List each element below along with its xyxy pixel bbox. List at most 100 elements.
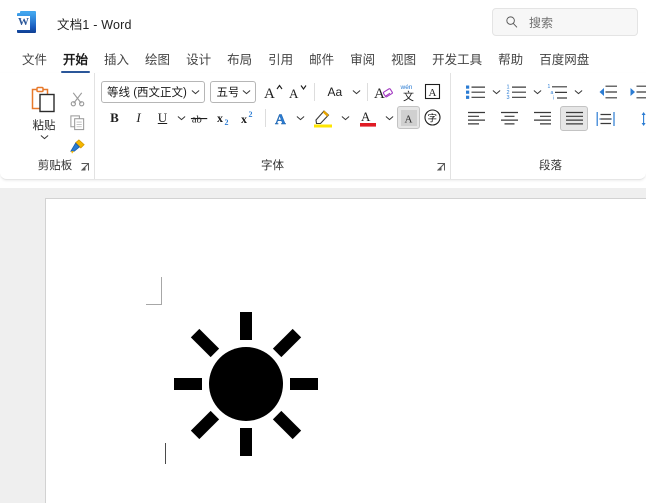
tab-layout[interactable]: 布局: [219, 53, 260, 73]
font-dialog-launcher[interactable]: [436, 162, 447, 173]
svg-text:字: 字: [428, 113, 438, 125]
superscript-button[interactable]: x 2: [237, 106, 260, 129]
tab-home[interactable]: 开始: [55, 53, 96, 73]
text-effects-chevron[interactable]: [295, 106, 307, 129]
font-color-icon: A: [359, 109, 376, 127]
clear-formatting-icon: A: [374, 86, 393, 102]
ribbon-tabstrip: 文件 开始 插入 绘图 设计 布局 引用 邮件 审阅 视图 开发工具 帮助 百度…: [0, 46, 646, 73]
character-shading-button[interactable]: A: [397, 106, 421, 129]
ribbon-group-paragraph: 1 2 3 1 a i 段落: [450, 73, 646, 179]
strikethrough-button[interactable]: ab: [188, 106, 211, 129]
tab-developer[interactable]: 开发工具: [424, 53, 490, 73]
text-highlight-icon: [314, 110, 333, 128]
tab-insert[interactable]: 插入: [96, 53, 137, 73]
phonetic-guide-icon: wén 文: [400, 84, 415, 102]
text-highlight-button[interactable]: [308, 106, 338, 129]
numbered-list-button[interactable]: 1 2 3: [502, 80, 532, 103]
svg-text:x: x: [241, 112, 247, 126]
svg-text:x: x: [217, 111, 223, 125]
italic-label: I: [136, 109, 141, 125]
cut-button[interactable]: [66, 88, 88, 109]
decrease-indent-button[interactable]: [593, 80, 623, 103]
font-color-chevron[interactable]: [384, 106, 396, 129]
shrink-font-icon: A: [289, 84, 307, 101]
copy-button[interactable]: [66, 112, 88, 133]
enclose-character-button[interactable]: 字: [421, 106, 444, 129]
font-name-combobox[interactable]: 等线 (西文正文): [101, 80, 205, 103]
format-painter-button[interactable]: [66, 136, 88, 157]
ribbon-group-font: 等线 (西文正文) 五号 A A Aa A wén 文 A B I U ab x…: [94, 73, 450, 179]
text-cursor: [165, 443, 167, 464]
subscript-button[interactable]: x 2: [213, 106, 236, 129]
chevron-down-icon: [177, 115, 186, 120]
chevron-down-icon: [385, 115, 394, 120]
align-center-button[interactable]: [494, 107, 524, 130]
character-border-button[interactable]: A: [421, 80, 444, 103]
bullet-list-button[interactable]: [461, 80, 491, 103]
svg-text:i: i: [553, 95, 554, 101]
document-page[interactable]: [45, 198, 646, 503]
change-case-chevron[interactable]: [351, 80, 362, 103]
align-left-button[interactable]: [461, 107, 491, 130]
change-case-button[interactable]: Aa: [320, 80, 350, 103]
character-border-icon: A: [424, 83, 441, 100]
character-shading-icon: A: [400, 109, 417, 126]
align-right-button[interactable]: [527, 107, 557, 130]
shrink-font-button[interactable]: A: [286, 80, 309, 103]
document-sun-symbol: [171, 309, 321, 459]
text-highlight-chevron[interactable]: [339, 106, 351, 129]
justify-button[interactable]: [560, 106, 588, 131]
tab-view[interactable]: 视图: [383, 53, 424, 73]
chevron-down-icon: [492, 89, 501, 94]
align-left-icon: [467, 111, 485, 125]
search-box[interactable]: 搜索: [492, 8, 638, 36]
text-effects-button[interactable]: A: [271, 106, 294, 129]
tab-draw[interactable]: 绘图: [137, 53, 178, 73]
decrease-indent-icon: [599, 85, 617, 98]
change-case-label: Aa: [327, 84, 343, 99]
multilevel-list-chevron[interactable]: [574, 80, 583, 103]
svg-text:文: 文: [403, 89, 414, 102]
tab-help[interactable]: 帮助: [490, 53, 531, 73]
chevron-down-icon: [352, 89, 361, 94]
bold-button[interactable]: B: [103, 106, 126, 129]
text-effects-icon: A: [275, 111, 286, 127]
underline-chevron[interactable]: [175, 106, 187, 129]
tab-review[interactable]: 审阅: [342, 53, 383, 73]
numbered-list-icon: 1 2 3: [507, 84, 526, 101]
numbered-list-chevron[interactable]: [533, 80, 542, 103]
svg-text:A: A: [361, 109, 371, 124]
distributed-align-button[interactable]: [591, 107, 621, 130]
word-icon: W: [17, 11, 39, 35]
svg-text:A: A: [264, 86, 275, 102]
grow-font-button[interactable]: A: [262, 80, 285, 103]
document-canvas: [0, 188, 646, 503]
align-right-icon: [533, 111, 551, 125]
clipboard-dialog-launcher[interactable]: [80, 162, 91, 173]
tab-design[interactable]: 设计: [178, 53, 219, 73]
svg-text:wén: wén: [400, 84, 413, 91]
font-size-combobox[interactable]: 五号: [210, 80, 257, 103]
phonetic-guide-button[interactable]: wén 文: [397, 80, 420, 103]
tab-references[interactable]: 引用: [260, 53, 301, 73]
tab-baidu-netdisk[interactable]: 百度网盘: [531, 53, 597, 73]
tab-mailings[interactable]: 邮件: [301, 53, 342, 73]
svg-text:A: A: [404, 113, 412, 125]
paste-button[interactable]: 粘贴: [22, 84, 66, 157]
paste-label: 粘贴: [32, 120, 56, 132]
increase-indent-button[interactable]: [624, 80, 646, 103]
bullet-list-chevron[interactable]: [492, 80, 501, 103]
multilevel-list-button[interactable]: 1 a i: [543, 80, 573, 103]
search-placeholder: 搜索: [529, 15, 554, 30]
line-spacing-icon: [641, 111, 646, 126]
margin-corner-mark: [146, 277, 162, 305]
tab-file[interactable]: 文件: [14, 53, 55, 73]
font-color-button[interactable]: A: [353, 106, 383, 129]
clear-formatting-button[interactable]: A: [373, 80, 396, 103]
chevron-down-icon: [191, 89, 200, 94]
italic-button[interactable]: I: [127, 106, 150, 129]
line-spacing-button[interactable]: [635, 107, 646, 130]
underline-button[interactable]: U: [151, 106, 174, 129]
distributed-align-icon: [596, 111, 615, 126]
window-title: 文档1 - Word: [57, 17, 132, 32]
